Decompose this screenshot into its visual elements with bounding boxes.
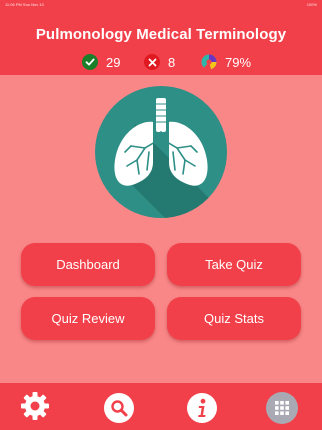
dashboard-button[interactable]: Dashboard bbox=[21, 243, 155, 286]
quiz-review-button[interactable]: Quiz Review bbox=[21, 297, 155, 340]
check-circle-icon bbox=[82, 54, 98, 70]
page-title: Pulmonology Medical Terminology bbox=[35, 26, 287, 43]
tab-bar bbox=[0, 383, 322, 430]
settings-tab[interactable] bbox=[19, 390, 51, 427]
info-tab[interactable] bbox=[186, 392, 218, 424]
incorrect-count: 8 bbox=[168, 54, 176, 70]
status-battery: 100% bbox=[306, 2, 317, 7]
header: Pulmonology Medical Terminology 29 8 79% bbox=[0, 10, 322, 75]
grid-icon bbox=[266, 392, 298, 424]
status-bar: 11:06 PM Sun Nov 10 100% bbox=[0, 0, 322, 10]
status-time: 11:06 PM Sun Nov 10 bbox=[5, 2, 44, 7]
quiz-stats-button[interactable]: Quiz Stats bbox=[167, 297, 301, 340]
gear-icon bbox=[19, 390, 51, 427]
x-circle-icon bbox=[144, 54, 160, 70]
take-quiz-button[interactable]: Take Quiz bbox=[167, 243, 301, 286]
grid-tab[interactable] bbox=[266, 392, 298, 424]
pie-chart-icon bbox=[201, 54, 217, 70]
search-icon bbox=[104, 393, 134, 423]
score-stat: 79% bbox=[201, 53, 251, 71]
stats-row: 29 8 79% bbox=[0, 53, 322, 71]
lungs-icon bbox=[95, 86, 227, 218]
incorrect-stat: 8 bbox=[144, 53, 175, 71]
info-icon bbox=[187, 393, 217, 423]
score-percent: 79% bbox=[225, 54, 252, 70]
search-tab[interactable] bbox=[103, 392, 135, 424]
correct-count: 29 bbox=[106, 54, 121, 70]
correct-stat: 29 bbox=[82, 53, 120, 71]
